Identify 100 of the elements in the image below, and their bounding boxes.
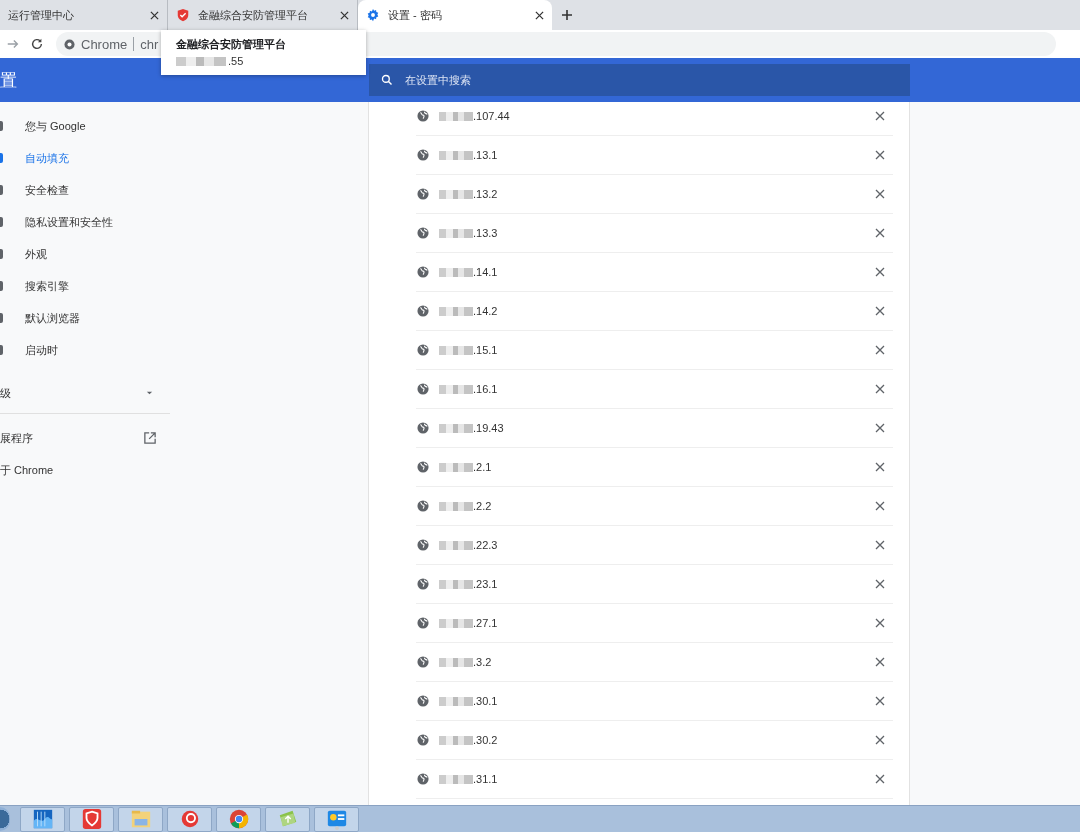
close-icon[interactable]	[875, 774, 885, 784]
redaction-mark	[439, 267, 473, 277]
close-icon[interactable]	[875, 345, 885, 355]
sidebar-item[interactable]: 于 Chrome	[0, 454, 170, 486]
globe-icon	[417, 500, 429, 512]
close-icon[interactable]	[875, 735, 885, 745]
close-icon[interactable]	[875, 462, 885, 472]
reload-icon[interactable]	[30, 37, 44, 51]
close-icon[interactable]	[875, 306, 885, 316]
site-address: .31.1	[473, 773, 498, 785]
site-address: .27.1	[473, 617, 498, 629]
redaction-mark	[176, 56, 226, 66]
site-address: .13.1	[473, 149, 498, 161]
redaction-mark	[439, 618, 473, 628]
globe-icon	[417, 461, 429, 473]
redaction-mark	[439, 189, 473, 199]
redaction-mark	[439, 306, 473, 316]
redaction-mark	[439, 579, 473, 589]
external-link-icon	[144, 432, 156, 444]
globe-icon	[417, 383, 429, 395]
redaction-mark	[439, 423, 473, 433]
site-label: Chrome	[81, 36, 128, 52]
close-icon[interactable]	[875, 618, 885, 628]
shield-icon	[176, 8, 190, 22]
close-icon[interactable]	[875, 540, 885, 550]
site-address: .22.3	[473, 539, 498, 551]
redaction-mark	[439, 540, 473, 550]
search-field[interactable]: 在设置中搜索	[369, 64, 910, 96]
globe-icon	[417, 344, 429, 356]
browser-tab[interactable]: 设置 - 密码	[358, 0, 552, 30]
page-title: 置	[0, 69, 18, 92]
tooltip-address: .55	[228, 55, 244, 67]
globe-icon	[417, 422, 429, 434]
globe-icon	[417, 539, 429, 551]
sidebar-item[interactable]: 安全检查	[0, 179, 170, 211]
sidebar-item[interactable]: 默认浏览器	[0, 307, 170, 339]
taskbar-button[interactable]	[69, 806, 114, 832]
gear-icon	[366, 8, 380, 22]
close-icon[interactable]	[875, 228, 885, 238]
extensions-link[interactable]: 展程序	[0, 422, 170, 454]
close-icon[interactable]	[875, 501, 885, 511]
site-address: .14.1	[473, 266, 498, 278]
chrome-page-icon	[64, 38, 75, 50]
close-icon[interactable]	[875, 384, 885, 394]
site-address: .3.2	[473, 656, 492, 668]
redaction-mark	[439, 228, 473, 238]
advanced-toggle[interactable]: 级	[0, 377, 170, 409]
close-icon[interactable]	[150, 10, 159, 20]
site-address: .19.43	[473, 422, 504, 434]
globe-icon	[417, 773, 429, 785]
site-address: .13.3	[473, 227, 498, 239]
chrome-app-icon	[227, 808, 250, 830]
taskbar-button[interactable]	[20, 806, 65, 832]
site-address: .30.1	[473, 695, 498, 707]
dashboard-app-icon	[325, 808, 348, 830]
taskbar-button[interactable]	[167, 806, 212, 832]
globe-icon	[417, 656, 429, 668]
close-icon[interactable]	[875, 579, 885, 589]
caret-icon	[146, 391, 153, 395]
sidebar-item[interactable]: 自动填充	[0, 147, 170, 179]
globe-icon	[417, 734, 429, 746]
redaction-mark	[439, 384, 473, 394]
close-icon[interactable]	[875, 189, 885, 199]
close-icon[interactable]	[875, 657, 885, 667]
close-icon[interactable]	[875, 267, 885, 277]
start-button[interactable]	[0, 807, 10, 831]
sidebar-item[interactable]: 您与 Google	[0, 115, 170, 147]
redaction-mark	[439, 735, 473, 745]
site-address: .107.44	[473, 110, 510, 122]
site-address: .14.2	[473, 305, 498, 317]
redaction-mark	[439, 111, 473, 121]
redaction-mark	[439, 345, 473, 355]
sidebar-item[interactable]: 搜索引擎	[0, 275, 170, 307]
sidebar-item[interactable]: 隐私设置和安全性	[0, 211, 170, 243]
close-icon[interactable]	[875, 696, 885, 706]
site-address: .15.1	[473, 344, 498, 356]
sidebar-item[interactable]: 外观	[0, 243, 170, 275]
globe-icon	[417, 578, 429, 590]
globe-icon	[417, 188, 429, 200]
taskbar-button[interactable]	[216, 806, 261, 832]
close-icon[interactable]	[875, 423, 885, 433]
sidebar-item[interactable]: 启动时	[0, 339, 170, 371]
globe-icon	[417, 149, 429, 161]
close-icon[interactable]	[875, 111, 885, 121]
globe-icon	[417, 266, 429, 278]
close-icon[interactable]	[340, 10, 349, 20]
globe-icon	[417, 227, 429, 239]
site-address: .16.1	[473, 383, 498, 395]
folder-app-icon	[129, 808, 152, 830]
close-icon[interactable]	[875, 150, 885, 160]
shield-app-icon	[80, 808, 103, 830]
redaction-mark	[439, 501, 473, 511]
globe-icon	[417, 110, 429, 122]
url-text: chr	[140, 36, 159, 52]
close-icon[interactable]	[535, 10, 544, 20]
site-address: .23.1	[473, 578, 498, 590]
new-tab-icon[interactable]	[561, 9, 573, 21]
tooltip-title: 金融综合安防管理平台	[176, 37, 287, 52]
wave-app-icon	[31, 808, 54, 830]
site-address: .30.2	[473, 734, 498, 746]
